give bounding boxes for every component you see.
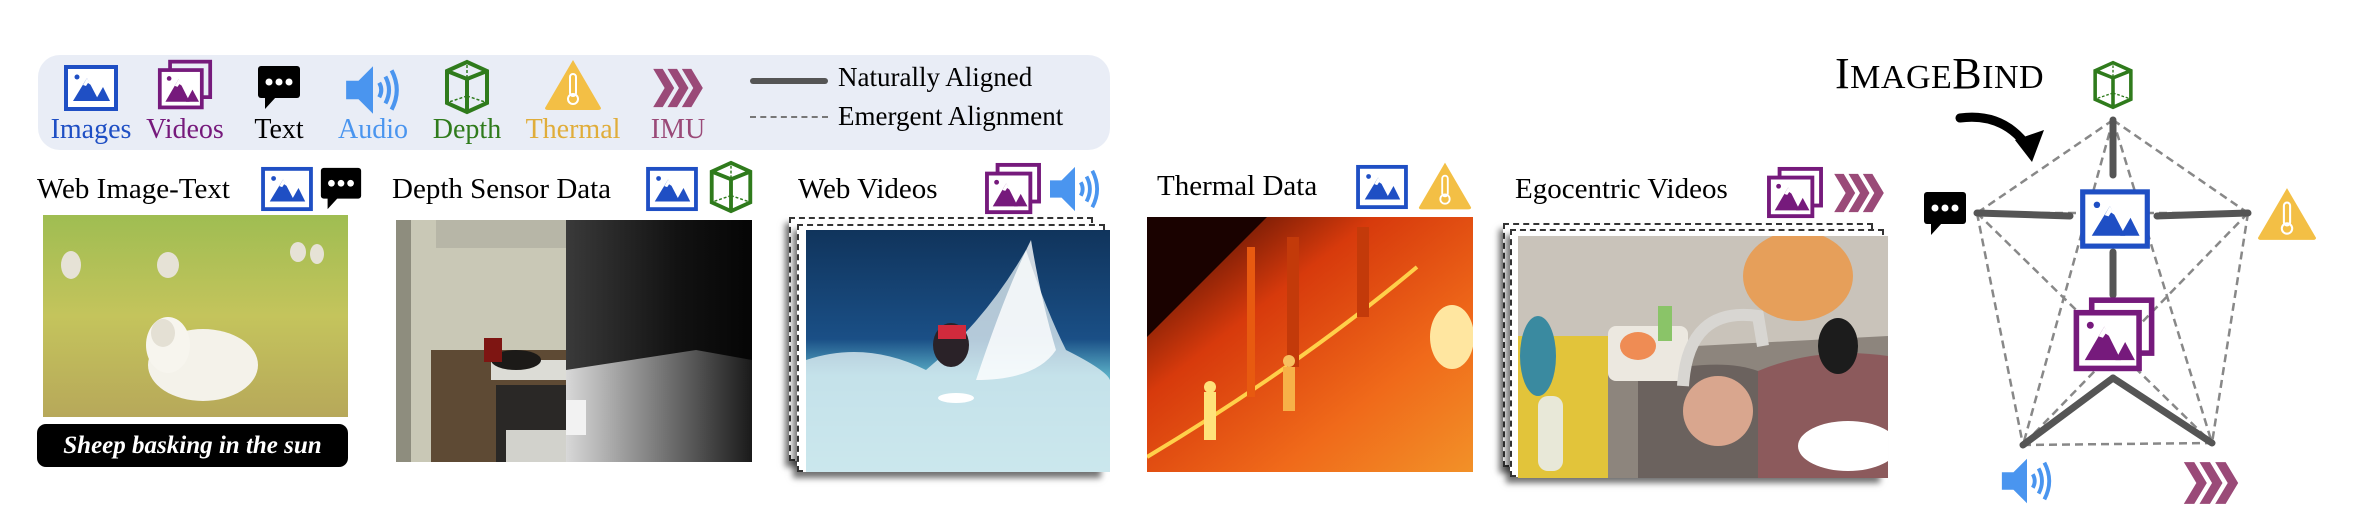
emergent-edge-text-audio (1975, 212, 2025, 446)
node-chevrons-icon (2184, 462, 2238, 504)
emergent-edge-depth-imu (2111, 119, 2214, 444)
aligned-edge-videos-imu (2109, 374, 2216, 447)
node-thermometer-warning-icon (2258, 188, 2316, 240)
imagebind-diagram (0, 0, 2372, 520)
node-speech-bubble-icon (1924, 192, 1966, 235)
aligned-edge-images-text (1973, 209, 2074, 220)
diagram-nodes (1924, 63, 2316, 504)
aligned-edge-images-thermal (2153, 209, 2252, 220)
node-image-icon (2083, 192, 2148, 246)
emergent-edge-thermal-imu (2210, 212, 2250, 444)
node-video-icon (2076, 300, 2151, 368)
aligned-edge-videos-audio (2019, 374, 2117, 449)
emergent-edge-audio-imu (2022, 441, 2213, 447)
naturally-aligned-edges (1973, 116, 2252, 449)
node-cube-icon (2095, 63, 2131, 108)
emergent-edge-depth-audio (2021, 119, 2115, 446)
node-speaker-icon (2002, 459, 2049, 503)
